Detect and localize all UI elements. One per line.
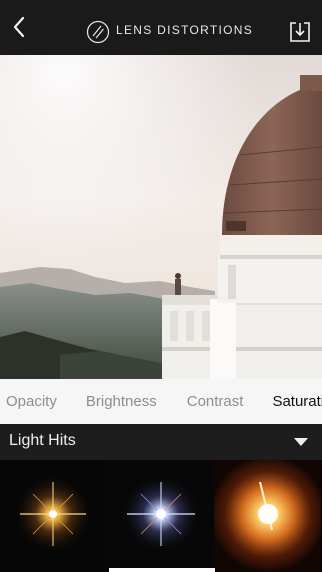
preset-strip (0, 460, 322, 572)
photo-preview (0, 55, 322, 379)
back-button[interactable] (10, 14, 30, 40)
tab-brightness[interactable]: Brightness (86, 393, 157, 410)
preset-thumbnail-1[interactable] (0, 460, 107, 572)
preset-thumbnail-2[interactable] (107, 460, 214, 572)
category-dropdown[interactable]: Light Hits (0, 424, 322, 460)
app-title: LENS DISTORTIONS (116, 23, 254, 37)
download-button[interactable] (288, 20, 312, 44)
preset-thumbnail-3[interactable] (214, 460, 321, 572)
category-label: Light Hits (9, 432, 76, 449)
chevron-down-icon (294, 438, 308, 446)
top-bar: LENS DISTORTIONS (0, 0, 322, 55)
lens-logo-icon (86, 20, 110, 44)
chevron-left-icon (13, 16, 25, 38)
download-icon (290, 22, 310, 42)
tab-contrast[interactable]: Contrast (187, 393, 244, 410)
app-screen: LENS DISTORTIONS Opacity Brightness Cont… (0, 0, 322, 572)
tab-saturation[interactable]: Saturation (272, 393, 322, 410)
tab-opacity[interactable]: Opacity (6, 393, 57, 410)
adjustment-tabs: Opacity Brightness Contrast Saturation (0, 379, 322, 424)
selected-preset-indicator (109, 568, 215, 572)
